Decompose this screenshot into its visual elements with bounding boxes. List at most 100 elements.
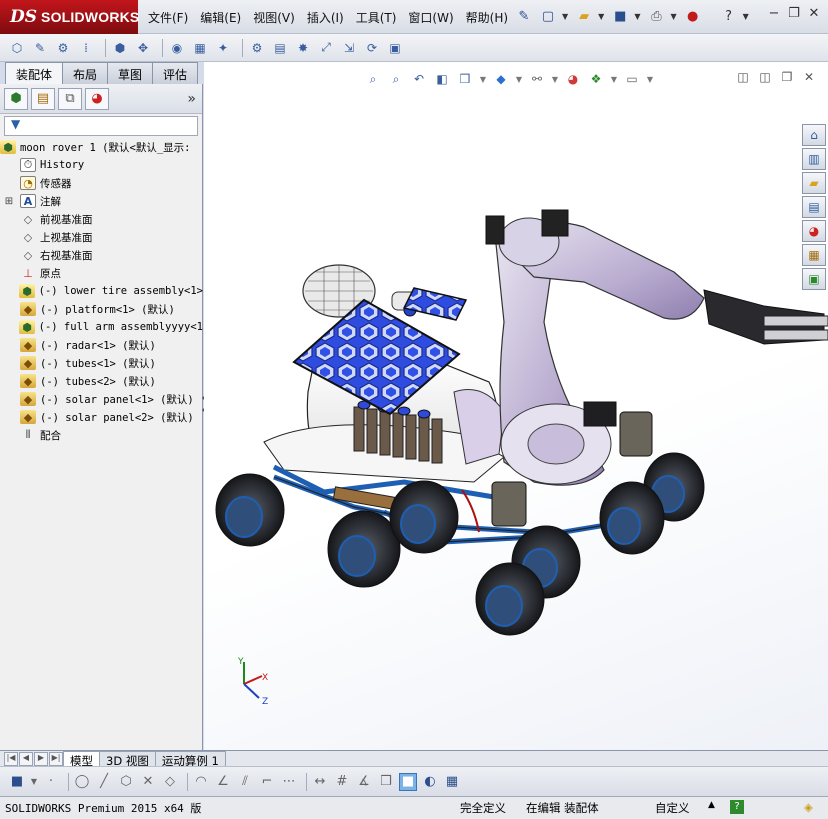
tree-item-solar-panel-1[interactable]: ◆ (-) solar panel<1> (默认) <box>0 390 203 408</box>
tree-root-assembly[interactable]: ⬢ moon rover 1 (默认<默认_显示: <box>0 138 203 156</box>
tab-model[interactable]: 模型 <box>63 750 100 768</box>
new-document-icon[interactable]: ▢ <box>538 6 558 26</box>
view-palette-icon[interactable]: ▤ <box>802 196 826 218</box>
solidworks-resources-icon[interactable]: ⌂ <box>802 124 826 146</box>
assembly-features-icon[interactable]: ▦ <box>191 39 209 57</box>
construction-line-icon[interactable]: ⫽ <box>236 773 254 791</box>
3d-box-icon[interactable]: ❒ <box>377 773 395 791</box>
chevron-down-icon[interactable]: ▼ <box>634 12 640 21</box>
polygon-icon[interactable]: ⬡ <box>117 773 135 791</box>
line-icon[interactable]: ╱ <box>95 773 113 791</box>
smart-fasteners-icon[interactable]: ⬢ <box>111 39 129 57</box>
spline-icon[interactable]: ⋯ <box>280 773 298 791</box>
feature-manager-tree-icon[interactable]: ⬢ <box>4 87 28 110</box>
explode-line-icon[interactable]: ⤢ <box>317 39 335 57</box>
tree-item-tubes-1[interactable]: ◆ (-) tubes<1> (默认) <box>0 354 203 372</box>
expand-plus-icon[interactable]: ⊞ <box>4 196 14 207</box>
rover-3d-model[interactable]: Y X Z <box>204 62 828 750</box>
bill-of-materials-icon[interactable]: ▤ <box>271 39 289 57</box>
new-motion-study-icon[interactable]: ⚙ <box>248 39 266 57</box>
tag-icon[interactable]: ◈ <box>804 800 813 814</box>
minimize-icon[interactable]: − <box>764 6 784 24</box>
tab-layout[interactable]: 布局 <box>62 62 109 84</box>
rebuild-traffic-light-icon[interactable]: ● <box>683 6 703 26</box>
shaded-display-icon[interactable]: ■ <box>399 772 417 791</box>
tree-item-platform[interactable]: ◆ (-) platform<1> (默认) <box>0 300 203 318</box>
arc-icon[interactable]: ◠ <box>192 773 210 791</box>
tab-evaluate[interactable]: 评估 <box>152 62 199 84</box>
unit-system[interactable]: 自定义 <box>655 800 690 816</box>
expand-panel-icon[interactable]: » <box>187 91 196 107</box>
custom-properties-icon[interactable]: ▦ <box>802 244 826 266</box>
tree-item-sensors[interactable]: ◔ 传感器 <box>0 174 203 192</box>
close-icon[interactable]: ✕ <box>804 6 824 24</box>
pin-icon[interactable]: ✎ <box>514 6 534 26</box>
property-manager-icon[interactable]: ▤ <box>31 87 55 110</box>
restore-icon[interactable]: ❐ <box>784 6 804 24</box>
next-tab-icon[interactable]: ▶ <box>34 751 48 766</box>
chevron-down-icon[interactable]: ▼ <box>598 12 604 21</box>
angle-icon[interactable]: ∡ <box>355 773 373 791</box>
menu-help[interactable]: 帮助(H) <box>466 9 508 26</box>
file-explorer-icon[interactable]: ▰ <box>802 172 826 194</box>
section-display-icon[interactable]: ◐ <box>421 773 439 791</box>
chevron-down-icon[interactable]: ▼ <box>743 12 749 21</box>
help-icon[interactable]: ? <box>719 6 739 26</box>
menu-view[interactable]: 视图(V) <box>253 9 295 26</box>
solidworks-forum-icon[interactable]: ▣ <box>802 268 826 290</box>
tree-item-full-arm-assembly[interactable]: ⬢ (-) full arm assemblyyyy<1 <box>0 318 203 336</box>
menu-file[interactable]: 文件(F) <box>148 9 188 26</box>
tree-item-lower-tire-assembly[interactable]: ⬢ (-) lower tire assembly<1> <box>0 282 203 300</box>
tree-item-tubes-2[interactable]: ◆ (-) tubes<2> (默认) <box>0 372 203 390</box>
update-speedpak-icon[interactable]: ⟳ <box>363 39 381 57</box>
open-folder-icon[interactable]: ▰ <box>574 6 594 26</box>
tree-item-solar-panel-2[interactable]: ◆ (-) solar panel<2> (默认) <box>0 408 203 426</box>
tree-item-origin[interactable]: ⊥ 原点 <box>0 264 203 282</box>
chevron-down-icon[interactable]: ▼ <box>562 12 568 21</box>
show-hidden-icon[interactable]: ◉ <box>168 39 186 57</box>
tab-motion-study[interactable]: 运动算例 1 <box>154 750 226 768</box>
mate-icon[interactable]: ⚙ <box>54 39 72 57</box>
caret-up-icon[interactable]: ▲ <box>708 800 715 810</box>
help-icon[interactable]: ? <box>730 800 744 814</box>
display-manager-icon[interactable]: ◕ <box>85 87 109 110</box>
solidworks-logo[interactable]: DS SOLIDWORKS <box>0 0 139 34</box>
point-icon[interactable]: · <box>42 773 60 791</box>
table-icon[interactable]: ▦ <box>443 773 461 791</box>
last-tab-icon[interactable]: ▶| <box>49 751 63 766</box>
move-component-icon[interactable]: ✥ <box>134 39 152 57</box>
tree-item-front-plane[interactable]: ◇ 前视基准面 <box>0 210 203 228</box>
save-icon[interactable]: ■ <box>8 773 26 791</box>
corner-rectangle-icon[interactable]: ⌐ <box>258 773 276 791</box>
appearances-icon[interactable]: ◕ <box>802 220 826 242</box>
trim-icon[interactable]: ✕ <box>139 773 157 791</box>
tree-item-mates[interactable]: ⫴ 配合 <box>0 426 203 444</box>
tree-item-right-plane[interactable]: ◇ 右视基准面 <box>0 246 203 264</box>
tab-assembly[interactable]: 装配体 <box>5 62 64 84</box>
insert-components-icon[interactable]: ✎ <box>31 39 49 57</box>
print-icon[interactable]: ⎙ <box>646 6 666 26</box>
smart-dimension-icon[interactable]: ◇ <box>161 773 179 791</box>
linear-pattern-icon[interactable]: ⁞ <box>77 39 95 57</box>
tree-item-radar[interactable]: ◆ (-) radar<1> (默认) <box>0 336 203 354</box>
configuration-manager-icon[interactable]: ⧉ <box>58 87 82 110</box>
reference-geometry-icon[interactable]: ✦ <box>214 39 232 57</box>
exploded-view-icon[interactable]: ✸ <box>294 39 312 57</box>
first-tab-icon[interactable]: |◀ <box>4 751 18 766</box>
menu-edit[interactable]: 编辑(E) <box>200 9 241 26</box>
design-library-icon[interactable]: ▥ <box>802 148 826 170</box>
offset-icon[interactable]: ∠ <box>214 773 232 791</box>
instant3d-icon[interactable]: ⇲ <box>340 39 358 57</box>
chevron-down-icon[interactable]: ▼ <box>30 773 38 791</box>
menu-tools[interactable]: 工具(T) <box>356 9 397 26</box>
previous-tab-icon[interactable]: ◀ <box>19 751 33 766</box>
take-snapshot-icon[interactable]: ▣ <box>386 39 404 57</box>
graphics-area[interactable]: ⌕ ⌕ ↶ ◧ ❒ ▼ ◆ ▼ ⚯ ▼ ◕ ❖ ▼ ▭ ▼ ◫ ◫ ❐ ✕ Y … <box>204 62 828 750</box>
menu-insert[interactable]: 插入(I) <box>307 9 344 26</box>
dimension-icon[interactable]: ↔ <box>311 773 329 791</box>
tree-item-top-plane[interactable]: ◇ 上视基准面 <box>0 228 203 246</box>
save-icon[interactable]: ■ <box>610 6 630 26</box>
tree-item-history[interactable]: ⏱ History <box>0 156 203 174</box>
tree-filter-icon[interactable]: ▼ <box>4 116 198 136</box>
edit-component-icon[interactable]: ⬡ <box>8 39 26 57</box>
